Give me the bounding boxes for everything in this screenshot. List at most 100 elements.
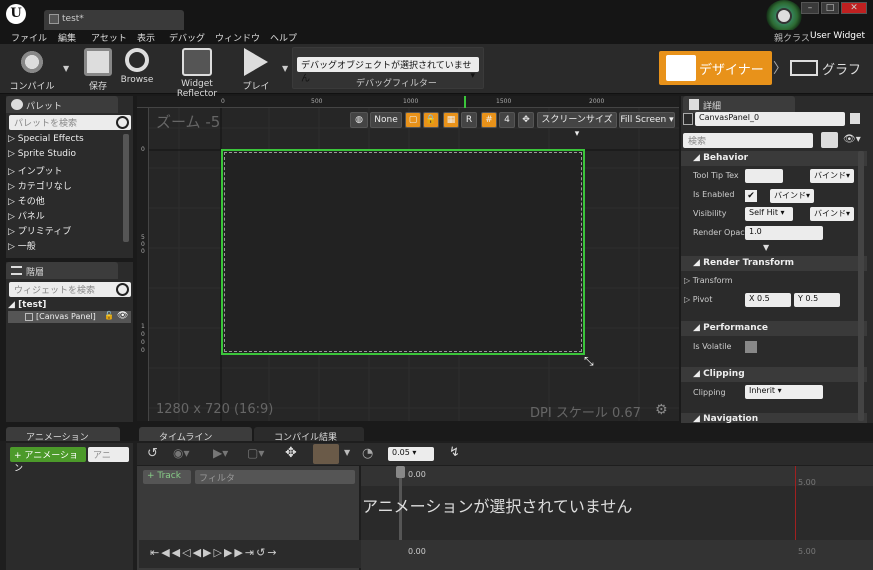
play-button[interactable]: プレイ	[236, 46, 276, 92]
menu-file[interactable]: ファイル	[11, 31, 47, 44]
palette-category-panel[interactable]: ▷ パネル	[8, 209, 45, 222]
animation-search-input[interactable]: アニ	[88, 447, 129, 462]
compile-button[interactable]: コンパイル	[4, 46, 60, 92]
minimize-button[interactable]: –	[801, 2, 819, 14]
undo-icon[interactable]: ↺	[147, 446, 158, 461]
palette-item-label: パネル	[17, 212, 45, 222]
menu-asset[interactable]: アセット	[91, 31, 127, 44]
palette-category-common[interactable]: ▷ 一般	[8, 239, 36, 252]
play-dropdown-icon[interactable]: ▼	[282, 64, 288, 73]
menu-debug[interactable]: デバッグ	[169, 31, 205, 44]
is-enabled-checkbox[interactable]: ✔	[745, 190, 757, 202]
property-matrix-icon[interactable]	[821, 132, 838, 148]
parent-class-value[interactable]: User Widget	[810, 31, 865, 41]
playhead-handle[interactable]	[396, 466, 405, 478]
compile-dropdown-icon[interactable]: ▼	[63, 64, 69, 73]
browse-button[interactable]: Browse	[112, 46, 162, 90]
dpi-settings-gear-icon[interactable]: ⚙	[655, 402, 668, 418]
hierarchy-search-input[interactable]: ウィジェットを検索	[9, 282, 131, 297]
debug-object-select[interactable]: デバッグオブジェクトが選択されていません ▾	[297, 57, 479, 84]
details-tab[interactable]: 詳細	[683, 96, 795, 113]
pivot-y-field[interactable]: Y 0.5	[794, 293, 840, 307]
menu-window[interactable]: ウィンドウ	[215, 31, 260, 44]
widget-reflector-button[interactable]: Widget Reflector	[160, 46, 234, 99]
locale-select[interactable]: None	[370, 112, 402, 128]
palette-category-sprite-studio[interactable]: ▷ Sprite Studio	[8, 149, 76, 159]
r-toggle-button[interactable]: R	[461, 112, 477, 128]
camera-view-icon[interactable]: ◉▾	[173, 446, 190, 460]
key-dropdown-icon[interactable]: ▼	[344, 448, 350, 457]
dpi-scale-label: DPI スケール 0.67	[530, 406, 641, 421]
transform-gizmo-icon[interactable]: ✥	[285, 445, 297, 461]
menu-edit[interactable]: 編集	[58, 31, 76, 44]
transform-label[interactable]: ▷ Transform	[684, 276, 733, 285]
move-arrows-icon[interactable]: ✥	[518, 112, 534, 128]
render-opacity-field[interactable]: 1.0	[745, 226, 823, 240]
play-label: プレイ	[242, 82, 270, 92]
add-animation-button[interactable]: + アニメーション	[10, 447, 86, 474]
add-track-button[interactable]: + Track	[143, 470, 191, 484]
visibility-eye-icon[interactable]: 👁	[117, 311, 128, 321]
details-search-input[interactable]: 検索	[683, 133, 813, 148]
palette-category-other[interactable]: ▷ その他	[8, 194, 45, 207]
selection-mode-icon[interactable]: ▢▾	[247, 446, 264, 460]
palette-scrollbar[interactable]	[123, 134, 129, 242]
resize-handle-icon[interactable]: ⤡	[584, 354, 594, 369]
hierarchy-root-label: [test]	[18, 300, 47, 310]
document-tab[interactable]: test*	[44, 10, 184, 30]
visibility-select[interactable]: Self Hit ▾	[745, 207, 793, 221]
is-volatile-checkbox[interactable]	[745, 341, 757, 353]
clipping-select[interactable]: Inherit ▾	[745, 385, 823, 399]
menu-help[interactable]: ヘルプ	[270, 31, 297, 44]
behavior-section-header[interactable]: ◢ Behavior	[681, 151, 867, 166]
grid-size-select[interactable]: 4	[499, 112, 515, 128]
curve-editor-icon[interactable]: ↯	[449, 445, 460, 460]
fill-screen-select[interactable]: Fill Screen ▾	[619, 112, 675, 128]
ruler-v-label: 0	[141, 241, 145, 248]
is-enabled-bind-button[interactable]: バインド▾	[770, 189, 814, 203]
key-auto-icon[interactable]	[313, 444, 339, 464]
palette-category-input[interactable]: ▷ インプット	[8, 164, 63, 177]
pivot-x-field[interactable]: X 0.5	[745, 293, 791, 307]
palette-category-special-effects[interactable]: ▷ Special Effects	[8, 134, 84, 144]
palette-category-uncategorized[interactable]: ▷ カテゴリなし	[8, 179, 72, 192]
palette-category-primitive[interactable]: ▷ プリミティブ	[8, 224, 71, 237]
details-scrollbar[interactable]	[858, 151, 864, 421]
layout-toggle-icon[interactable]: ▢	[405, 112, 421, 128]
clipping-section-header[interactable]: ◢ Clipping	[681, 367, 867, 382]
expand-advanced-icon[interactable]: ▼	[763, 243, 769, 252]
canvas-panel-frame[interactable]	[221, 149, 585, 355]
performance-section-header[interactable]: ◢ Performance	[681, 321, 867, 336]
close-button[interactable]: ✕	[841, 2, 867, 14]
view-options-eye-icon[interactable]: 👁▾	[843, 134, 861, 145]
grid-snap-icon[interactable]: #	[481, 112, 497, 128]
maximize-button[interactable]: □	[821, 2, 839, 14]
ruler-v-label: 0	[141, 347, 145, 354]
render-transform-section-header[interactable]: ◢ Render Transform	[681, 256, 867, 271]
screen-size-select[interactable]: スクリーンサイズ ▾	[537, 112, 617, 139]
visibility-label: Visibility	[693, 209, 727, 218]
visibility-bind-button[interactable]: バインド▾	[810, 207, 854, 221]
transport-buttons-icon[interactable]: ⇤◀◀◁◀▶▷▶▶⇥↺→	[150, 546, 279, 559]
widget-name-field[interactable]: CanvasPanel_0	[695, 112, 845, 126]
hierarchy-root-item[interactable]: ◢ [test]	[8, 300, 46, 310]
time-step-select[interactable]: 0.05 ▾	[388, 447, 434, 461]
locale-globe-icon[interactable]: ◍	[350, 112, 368, 128]
play-mode-icon[interactable]: ▶▾	[213, 446, 228, 460]
palette-item-label: Sprite Studio	[17, 149, 77, 159]
hierarchy-tab[interactable]: 階層	[6, 262, 118, 279]
respect-locks-icon[interactable]: ▦	[443, 112, 459, 128]
pivot-label[interactable]: ▷ Pivot	[684, 295, 712, 304]
navigation-section-header[interactable]: ◢ Navigation	[681, 413, 867, 423]
tooltip-input[interactable]	[745, 169, 783, 183]
canvas-panel-icon	[25, 313, 33, 321]
lock-icon[interactable]: 🔓	[104, 311, 114, 320]
tooltip-bind-button[interactable]: バインド▾	[810, 169, 854, 183]
menu-view[interactable]: 表示	[137, 31, 155, 44]
track-filter-input[interactable]: フィルタ	[195, 470, 355, 484]
time-clock-icon[interactable]: ◔	[362, 446, 373, 461]
lock-toggle-icon[interactable]: 🔒	[423, 112, 439, 128]
unreal-logo-icon[interactable]: U	[6, 4, 26, 24]
palette-search-input[interactable]: パレットを検索	[9, 115, 131, 130]
is-variable-checkbox[interactable]	[850, 113, 860, 124]
